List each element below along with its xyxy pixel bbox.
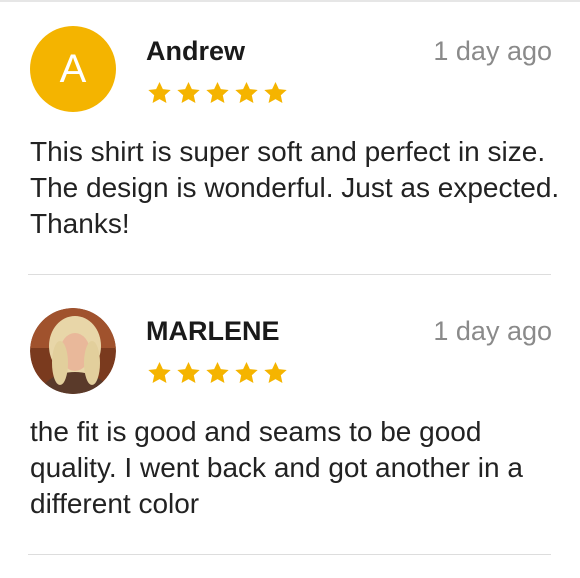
rating-stars [146,360,289,386]
reviewer-name[interactable]: MARLENE [146,316,280,347]
star-icon [148,81,171,103]
avatar-letter-a[interactable]: A [30,26,116,112]
review-text: This shirt is super soft and perfect in … [30,136,560,239]
star-icon [148,361,171,383]
star-icon [235,361,258,383]
review-timestamp: 1 day ago [433,36,552,66]
review-timestamp: 1 day ago [433,316,552,346]
star-icon [177,81,200,103]
star-icon [206,81,229,103]
star-icon [264,81,287,103]
star-icon [206,361,229,383]
user-photo-avatar-image [30,308,116,394]
star-icon [177,361,200,383]
review-divider [28,554,551,555]
review-item: A Andrew 1 day ago This shirt is super s… [0,0,580,276]
review-item: MARLENE 1 day ago the fit is good and se… [0,276,580,556]
star-icon [235,81,258,103]
user-photo-avatar[interactable] [30,308,116,394]
review-text: the fit is good and seams to be good qua… [30,416,523,519]
star-icon [264,361,287,383]
review-divider [28,274,551,275]
avatar-letter: A [59,46,87,91]
rating-stars [146,80,289,106]
reviewer-name[interactable]: Andrew [146,36,245,67]
